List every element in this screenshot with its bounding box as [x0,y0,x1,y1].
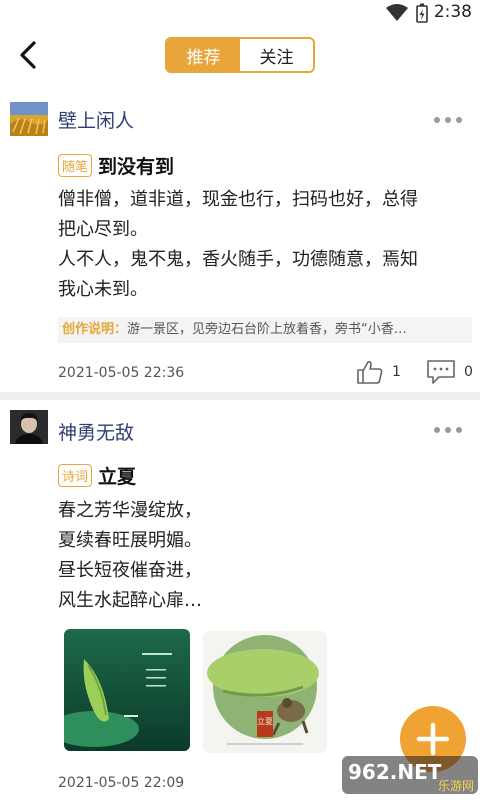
avatar[interactable] [10,410,48,444]
creation-note[interactable]: 创作说明：游一景区，见旁边石台阶上放着香，旁书“小香… [58,317,472,343]
post-body[interactable]: 僧非僧，道非道，现金也行，扫码也好，总得 把心尽到。 人不人，鬼不鬼，香火随手，… [58,185,468,305]
post-title-row: 随笔 到没有到 [58,152,174,179]
status-bar: 2:38 [0,0,480,26]
creation-note-label: 创作说明： [62,322,128,337]
more-dot-icon [434,427,440,433]
image-caption: 立夏 [257,716,273,726]
tab-following[interactable]: 关注 [240,39,313,71]
avatar[interactable] [10,102,48,136]
comment-button[interactable]: 0 [426,358,473,386]
watermark-logo: 962.NET 乐游网 [342,756,478,794]
more-dot-icon [456,427,462,433]
body-line: 夏续春旺展明媚。 [58,530,202,551]
back-arrow-icon[interactable] [14,40,44,70]
watermark-subtext: 乐游网 [438,779,474,793]
watermark-text: 962.NET [348,760,442,784]
body-line: 春之芳华漫绽放， [58,500,202,521]
wifi-icon [386,4,408,21]
body-line: 僧非僧，道非道，现金也行，扫码也好，总得 [58,189,418,210]
post-username[interactable]: 神勇无敌 [58,418,134,445]
comment-icon [427,360,455,384]
body-line: 风生水起醉心扉… [58,590,202,611]
post-body[interactable]: 春之芳华漫绽放， 夏续春旺展明媚。 昼长短夜催奋进， 风生水起醉心扉… [58,496,468,616]
post-image-frog-on-leaf[interactable]: 立夏 [203,631,327,753]
more-options-button[interactable] [434,117,462,123]
post-image-lotus-bud[interactable] [64,629,190,751]
like-button[interactable]: 1 [356,359,401,385]
category-tag: 诗词 [58,464,93,487]
post-divider [0,392,480,400]
post-title[interactable]: 到没有到 [98,152,174,179]
comment-count: 0 [464,364,473,380]
more-dot-icon [445,117,451,123]
post-date: 2021-05-05 22:09 [58,775,185,791]
creation-note-text: 游一景区，见旁边石台阶上放着香，旁书“小香… [127,322,407,337]
body-line: 昼长短夜催奋进， [58,560,202,581]
body-line: 人不人，鬼不鬼，香火随手，功德随意，焉知 [58,249,418,270]
post-date: 2021-05-05 22:36 [58,365,185,381]
post-title-row: 诗词 立夏 [58,462,136,489]
battery-charging-icon [416,3,428,23]
feed-tab-switch: 推荐 关注 [165,37,315,73]
post-card: 壁上闲人 随笔 到没有到 僧非僧，道非道，现金也行，扫码也好，总得 把心尽到。 … [0,96,480,392]
tab-recommend[interactable]: 推荐 [167,39,240,71]
body-line: 我心未到。 [58,279,148,300]
body-line: 把心尽到。 [58,219,148,240]
status-time: 2:38 [433,2,472,22]
post-title[interactable]: 立夏 [98,462,136,489]
top-bar: 推荐 关注 [0,26,480,86]
more-dot-icon [456,117,462,123]
post-username[interactable]: 壁上闲人 [58,106,134,133]
thumbs-up-icon [357,361,383,384]
like-count: 1 [392,364,401,380]
more-dot-icon [434,117,440,123]
category-tag: 随笔 [58,154,93,177]
more-dot-icon [445,427,451,433]
more-options-button[interactable] [434,427,462,433]
